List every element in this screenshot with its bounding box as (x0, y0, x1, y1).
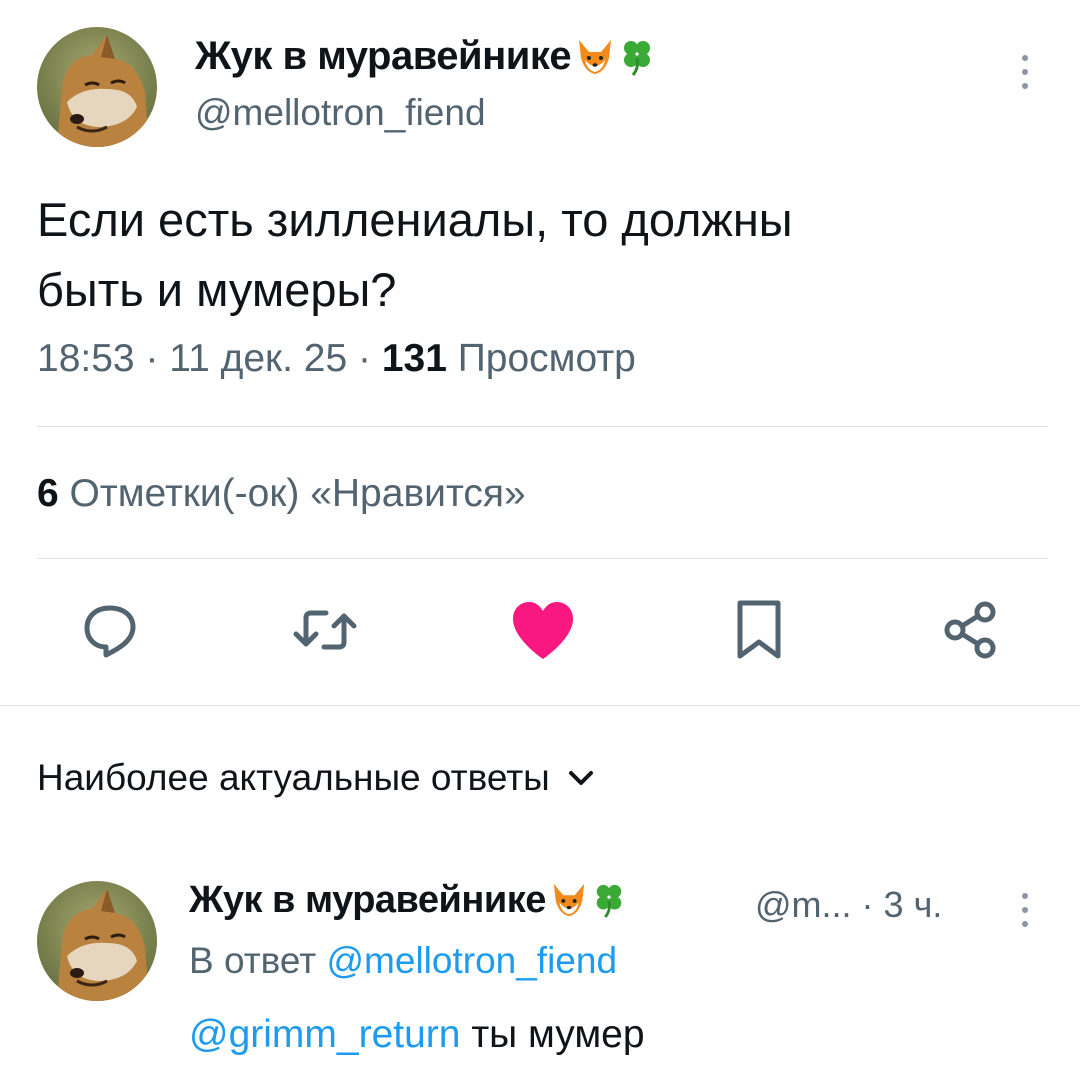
bookmark-icon (737, 600, 781, 659)
reply-text: @grimm_return ты мумер (189, 1013, 645, 1057)
reply-more-options-icon[interactable] (1015, 893, 1035, 927)
reply-author-name[interactable]: Жук в муравейнике (189, 877, 626, 922)
reply-to-line: В ответ @mellotron_fiend (189, 940, 617, 982)
more-options-icon[interactable] (1015, 55, 1035, 89)
tweet-text: Если есть зиллениалы, то должны быть и м… (37, 185, 1037, 325)
mention-link[interactable]: @grimm_return (189, 1013, 460, 1056)
divider (37, 558, 1048, 559)
fox-emoji-icon (575, 34, 615, 76)
reply-meta: @m... · 3 ч. (755, 884, 942, 926)
avatar[interactable] (37, 881, 157, 1001)
reply-handle[interactable]: @m... (755, 884, 852, 925)
likes-count: 6 (37, 472, 59, 515)
reply-body: ты мумер (460, 1013, 645, 1056)
like-button[interactable] (503, 590, 583, 670)
separator: · (134, 337, 170, 380)
chevron-down-icon (568, 771, 593, 785)
divider (37, 426, 1048, 427)
views-count[interactable]: 131 (382, 337, 447, 380)
reply-time[interactable]: 3 ч. (884, 884, 943, 925)
tweet-text-line: быть и мумеры? (37, 263, 397, 316)
retweet-icon (293, 610, 357, 650)
tweet-meta: 18:53 · 11 дек. 25 · 131 Просмотр (37, 337, 636, 381)
reply-icon (84, 605, 136, 658)
likes-count-link[interactable]: 6 Отметки(-ок) «Нравится» (37, 472, 526, 516)
avatar[interactable] (37, 27, 157, 147)
share-button[interactable] (932, 590, 1012, 670)
author-handle[interactable]: @mellotron_fiend (195, 92, 486, 134)
reply-author-name-text: Жук в муравейнике (189, 879, 546, 921)
separator: · (347, 337, 382, 380)
views-label[interactable]: Просмотр (447, 337, 636, 380)
tweet-date[interactable]: 11 дек. 25 (169, 337, 347, 380)
retweet-button[interactable] (285, 590, 365, 670)
reply-to-link[interactable]: @mellotron_fiend (327, 940, 618, 981)
separator: · (851, 884, 884, 925)
like-icon (513, 602, 573, 659)
clover-emoji-icon (619, 34, 655, 77)
divider (0, 705, 1080, 706)
reply-to-prefix: В ответ (189, 940, 327, 981)
tweet-text-line: Если есть зиллениалы, то должны (37, 193, 793, 246)
tweet-time[interactable]: 18:53 (37, 337, 135, 380)
bookmark-button[interactable] (719, 590, 799, 670)
replies-sort-dropdown[interactable]: Наиболее актуальные ответы (37, 757, 596, 799)
author-name[interactable]: Жук в муравейнике (195, 34, 655, 79)
share-icon (944, 601, 996, 659)
replies-sort-label: Наиболее актуальные ответы (37, 757, 550, 798)
author-name-text: Жук в муравейнике (195, 34, 572, 78)
reply-button[interactable] (70, 590, 150, 670)
clover-emoji-icon (592, 877, 626, 919)
fox-emoji-icon (550, 877, 588, 919)
likes-label: Отметки(-ок) «Нравится» (58, 472, 526, 515)
